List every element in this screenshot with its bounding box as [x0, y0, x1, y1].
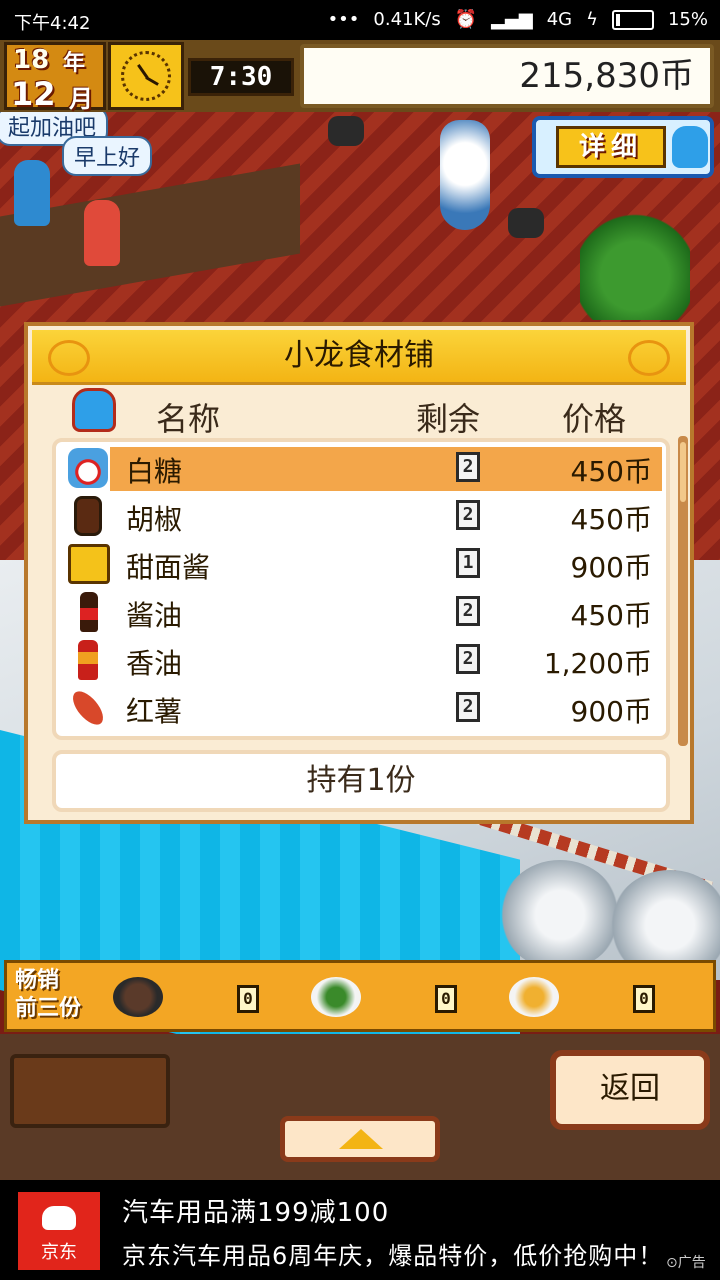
- arrow-up-icon: [339, 1129, 383, 1149]
- item-remaining: 2: [456, 644, 480, 674]
- stool: [328, 116, 364, 146]
- dish-icon: [311, 977, 361, 1017]
- sauce-box-icon: [68, 544, 110, 584]
- soy-sauce-bottle-icon: [80, 592, 98, 632]
- dish-icon: [509, 977, 559, 1017]
- detail-button[interactable]: 详细: [532, 116, 714, 178]
- clock-icon: [108, 42, 184, 110]
- sales-count: 0: [435, 985, 457, 1013]
- item-remaining: 1: [456, 548, 480, 578]
- item-price: 1,200币: [543, 647, 652, 680]
- battery-icon: [611, 9, 654, 30]
- item-remaining: 2: [456, 452, 480, 482]
- cloud-swirl-icon: [628, 340, 670, 376]
- column-header-price: 价格: [562, 400, 627, 438]
- shop-title-bar: 小龙食材铺: [32, 330, 686, 385]
- expand-up-button[interactable]: [280, 1116, 440, 1162]
- stool: [508, 208, 544, 238]
- more-dots-icon: •••: [327, 9, 360, 30]
- item-price: 450币: [570, 503, 652, 536]
- list-item[interactable]: 胡椒 2 450币: [56, 492, 666, 540]
- ingredient-list[interactable]: 白糖 2 450币 胡椒 2 450币 甜面酱 1 900币 酱油 2 450币…: [52, 438, 670, 740]
- list-item[interactable]: 香油 2 1,200币: [56, 636, 666, 684]
- item-name: 胡椒: [126, 503, 183, 536]
- list-item[interactable]: 白糖 2 450币: [56, 444, 666, 492]
- vase-decoration: [440, 120, 490, 230]
- sugar-jar-icon: [68, 448, 108, 488]
- scrollbar-thumb[interactable]: [680, 442, 686, 502]
- jd-dog-icon: [42, 1206, 76, 1230]
- charging-icon: ϟ: [586, 9, 598, 30]
- bamboo-plant: [580, 210, 690, 320]
- sales-count: 0: [237, 985, 259, 1013]
- month-value: 12: [11, 75, 56, 113]
- battery-percent: 15%: [667, 9, 708, 30]
- game-time: 7:30: [188, 58, 294, 96]
- detail-label: 详细: [556, 126, 666, 168]
- item-price: 900币: [570, 551, 652, 584]
- cloud-swirl-icon: [48, 340, 90, 376]
- ad-label: ⊙广告: [666, 1255, 706, 1271]
- item-remaining: 2: [456, 596, 480, 626]
- best-sellers-bar: 畅销 前三份 0 0 0: [4, 960, 716, 1032]
- alarm-icon: ⏰: [454, 9, 478, 30]
- column-header-remaining: 剩余: [416, 400, 481, 438]
- item-name: 香油: [126, 647, 183, 680]
- status-right: ••• 0.41K/s ⏰ ▂▄▆ 4G ϟ 15%: [328, 9, 708, 30]
- list-item[interactable]: 酱油 2 450币: [56, 588, 666, 636]
- ad-description: 京东汽车用品6周年庆，爆品特价，低价抢购中！: [122, 1242, 664, 1270]
- net-speed: 0.41K/s: [373, 9, 441, 30]
- item-price: 450币: [570, 455, 652, 488]
- sales-count: 0: [633, 985, 655, 1013]
- back-button[interactable]: 返回: [550, 1050, 710, 1130]
- pepper-jar-icon: [74, 496, 102, 536]
- month-unit: 月: [69, 85, 93, 113]
- ad-headline: 汽车用品满199减100: [122, 1198, 390, 1228]
- column-header-name: 名称: [156, 400, 221, 438]
- status-time: 下午4:42: [14, 13, 91, 34]
- item-price: 900币: [570, 695, 652, 728]
- item-price: 450币: [570, 599, 652, 632]
- staff-character[interactable]: [14, 160, 50, 226]
- dragon-mascot-icon: [72, 388, 116, 432]
- jd-logo: 京东: [18, 1192, 100, 1270]
- dish-icon: [113, 977, 163, 1017]
- item-remaining: 2: [456, 500, 480, 530]
- ad-banner[interactable]: 京东 汽车用品满199减100 京东汽车用品6周年庆，爆品特价，低价抢购中！ ⊙…: [0, 1180, 720, 1280]
- item-name: 酱油: [126, 599, 183, 632]
- network-type: 4G: [546, 9, 573, 30]
- staff-character[interactable]: [84, 200, 120, 266]
- sweet-potato-icon: [67, 686, 109, 730]
- dragon-mascot-icon: [672, 126, 708, 168]
- item-remaining: 2: [456, 692, 480, 722]
- sesame-oil-bottle-icon: [78, 640, 98, 680]
- date-display: 18 年 12 月: [4, 42, 106, 113]
- item-name: 红薯: [126, 695, 183, 728]
- year-value: 18: [13, 45, 50, 75]
- snowy-tree: [500, 860, 620, 970]
- owned-count: 持有1份: [52, 750, 670, 812]
- ad-brand: 京东: [41, 1242, 77, 1263]
- status-bar: 下午4:42 ••• 0.41K/s ⏰ ▂▄▆ 4G ϟ 15%: [0, 0, 720, 40]
- shop-title: 小龙食材铺: [284, 338, 434, 373]
- item-name: 甜面酱: [126, 551, 211, 584]
- list-item[interactable]: 甜面酱 1 900币: [56, 540, 666, 588]
- money-display: 215,830币: [300, 44, 714, 108]
- speech-bubble: 早上好: [62, 136, 153, 176]
- list-item[interactable]: 红薯 2 900币: [56, 684, 666, 732]
- best-sellers-label: 畅销 前三份: [15, 968, 82, 1021]
- empty-slot[interactable]: [10, 1054, 170, 1128]
- signal-icon: ▂▄▆: [491, 9, 533, 30]
- item-name: 白糖: [126, 455, 183, 488]
- year-unit: 年: [63, 51, 86, 76]
- shop-dialog: 小龙食材铺 名称 剩余 价格 白糖 2 450币 胡椒 2 450币 甜面酱 1…: [24, 322, 694, 824]
